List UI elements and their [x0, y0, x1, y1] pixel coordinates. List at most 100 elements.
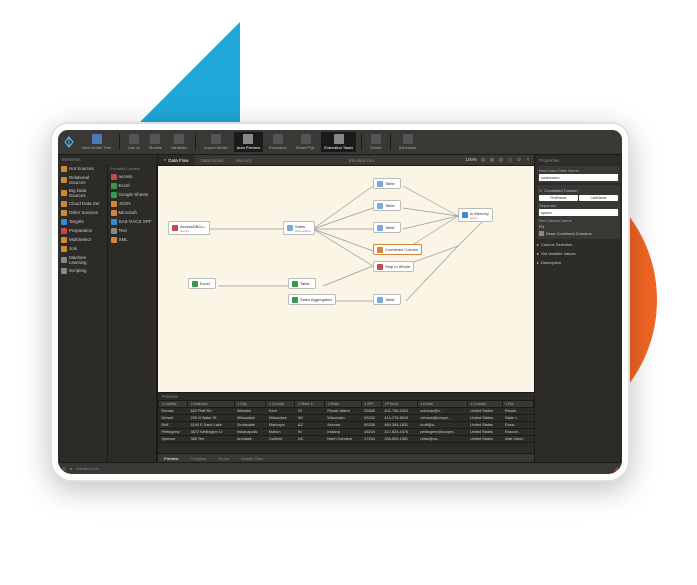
sidebar-source-item[interactable]: Microsoft — [108, 208, 157, 217]
zoom-level[interactable]: 100% — [465, 157, 477, 163]
fit-icon[interactable]: ◫ — [507, 157, 513, 163]
table-row[interactable]: Pettingrew4672 Wellington CrIndianapolis… — [159, 429, 534, 436]
sidebar-category[interactable]: Preparation — [58, 226, 107, 235]
node-agg[interactable]: Sales Aggregated — [288, 294, 336, 305]
grid-icon[interactable]: ▧ — [498, 157, 504, 163]
node-excel-sub[interactable]: Table — [288, 278, 316, 289]
preview-tab-preview[interactable]: Preview — [158, 454, 184, 462]
sidebar-category[interactable]: Other Sources — [58, 208, 107, 217]
node-table1[interactable]: Table — [373, 178, 401, 189]
column-header[interactable]: Address — [188, 401, 234, 408]
sidebar-category[interactable]: Join — [58, 244, 107, 253]
source-label: JSON — [119, 201, 131, 206]
preview-table[interactable]: LastNa..AddressCityCountyState C..StateZ… — [158, 400, 534, 453]
column-header[interactable]: Phone — [381, 401, 417, 408]
table-row[interactable]: Ruff6190 E Sand LakeScottsdaleMaricopaAZ… — [159, 422, 534, 429]
ribbon-scheduler[interactable]: Scheduler — [396, 132, 420, 152]
ribbon-reset-pql[interactable]: Reset PQL — [293, 132, 319, 152]
node-excel[interactable]: Excel — [188, 278, 216, 289]
preview-tab-progress[interactable]: Progress — [184, 454, 212, 462]
ribbon-exec-tasks[interactable]: Execution Tasks — [321, 132, 356, 152]
table-cell: Rhode Island — [324, 408, 361, 415]
expand-column-selection[interactable]: ▸Column Selection — [537, 241, 620, 248]
chevron-right-icon: ▸ — [537, 260, 539, 265]
tab-data-flow[interactable]: ▸Data Flow — [158, 155, 195, 165]
ribbon-execution[interactable]: Execution — [266, 132, 290, 152]
sidebar-source-item[interactable]: Text — [108, 226, 157, 235]
column-header[interactable]: Email — [417, 401, 467, 408]
sidebar-source-item[interactable]: access — [108, 172, 157, 181]
column-header[interactable]: State — [324, 401, 361, 408]
resize-grip-icon[interactable] — [614, 467, 618, 471]
close-icon[interactable]: ✕ — [525, 157, 531, 163]
node-table3[interactable]: Table — [373, 222, 401, 233]
category-label: Scripting — [69, 268, 87, 273]
ribbon-variables[interactable]: Variables — [168, 132, 190, 152]
table-cell: cruff@a.. — [417, 422, 467, 429]
table-cell: 622 Platt Rd — [188, 408, 234, 415]
prop-table-name-input[interactable] — [539, 174, 618, 181]
sidebar-category[interactable]: Hot Sources — [58, 164, 107, 173]
node-combined[interactable]: Combined Column — [373, 244, 422, 255]
table-row[interactable]: Drewel226 N Water StMilwaukeeMilwaukeeWI… — [159, 415, 534, 422]
sidebar-category[interactable]: Scripting — [58, 266, 107, 275]
node-source[interactable]: AccessDBCu..source — [168, 221, 210, 235]
sidebar-category[interactable]: Big Data Sources — [58, 186, 107, 199]
column-header[interactable]: ZIP — [361, 401, 381, 408]
table-cell: United States — [467, 415, 502, 422]
tab-security[interactable]: Security — [230, 156, 258, 165]
table-row[interactable]: Spencer365 TerrArchdaleGuilfordNCNorth C… — [159, 436, 534, 443]
node-table5[interactable]: Table — [373, 294, 401, 305]
layout-icon[interactable]: ▦ — [489, 157, 495, 163]
column-header[interactable]: Country — [467, 401, 502, 408]
source-icon — [111, 174, 117, 180]
ribbon-delete[interactable]: Delete — [367, 132, 385, 152]
layers-icon[interactable]: ▤ — [480, 157, 486, 163]
preview-tab-master[interactable]: Master Flow — [235, 454, 269, 462]
node-table2[interactable]: Table — [373, 200, 401, 211]
preview-tab-errors[interactable]: Errors — [212, 454, 235, 462]
table-cell: NC — [295, 436, 324, 443]
pill-firstname[interactable]: FirstName — [539, 195, 578, 201]
pill-lastname[interactable]: LastName — [579, 195, 618, 201]
expand-variable-values[interactable]: ▸Set Variable Values — [537, 250, 620, 257]
table-row[interactable]: Dorcas622 Platt RdWarwickKentRIRhode Isl… — [159, 408, 534, 415]
table-cell: United States — [467, 422, 502, 429]
node-strip[interactable]: Strip to Whole — [373, 261, 414, 272]
sidebar-source-item[interactable]: JSON — [108, 199, 157, 208]
separator-input[interactable] — [539, 209, 618, 216]
sidebar-source-item[interactable]: Excel — [108, 181, 157, 190]
sidebar-source-item[interactable]: XML — [108, 235, 157, 244]
table-cell: Milwaukee — [266, 415, 295, 422]
settings-icon[interactable]: ⚙ — [516, 157, 522, 163]
ribbon-new-model[interactable]: New Model Tree — [79, 132, 114, 152]
table-cell: Dorcas — [159, 408, 188, 415]
fix-row[interactable]: Fix — [539, 223, 618, 230]
column-header[interactable]: City — [234, 401, 266, 408]
flow-canvas[interactable]: AccessDBCu..source Salesaccessdbcu Table… — [158, 166, 534, 392]
category-icon — [61, 228, 67, 234]
sidebar-category[interactable]: Machine Learning — [58, 253, 107, 266]
node-sales[interactable]: Salesaccessdbcu — [283, 221, 315, 235]
table-cell: RI — [295, 408, 324, 415]
source-label: SAS OACS SPF — [119, 219, 152, 224]
keep-combined-row[interactable]: Keep Combined Columns — [539, 230, 618, 237]
tab-data-model[interactable]: Data Model — [195, 156, 230, 165]
node-inmemory[interactable]: In Memorytarget — [458, 208, 493, 222]
column-header[interactable]: State C.. — [295, 401, 324, 408]
sidebar-category[interactable]: Cloud Data Set — [58, 199, 107, 208]
sidebar-category[interactable]: Relational Sources — [58, 173, 107, 186]
expand-description[interactable]: ▸Description — [537, 259, 620, 266]
ribbon-models[interactable]: Models — [146, 132, 165, 152]
ribbon-use-ai[interactable]: Use AI — [125, 132, 143, 152]
sidebar-category[interactable]: Targets — [58, 217, 107, 226]
sidebar-source-item[interactable]: Google Sheets — [108, 190, 157, 199]
column-header[interactable]: County — [266, 401, 295, 408]
ribbon-import[interactable]: Import Model — [201, 132, 230, 152]
ribbon-auto-preview[interactable]: Auto Preview — [234, 132, 264, 152]
checkbox-icon[interactable] — [539, 231, 544, 236]
column-header[interactable]: Fid.. — [502, 401, 533, 408]
sidebar-source-item[interactable]: SAS OACS SPF — [108, 217, 157, 226]
column-header[interactable]: LastNa.. — [159, 401, 188, 408]
sidebar-category[interactable]: MultiSelect — [58, 235, 107, 244]
